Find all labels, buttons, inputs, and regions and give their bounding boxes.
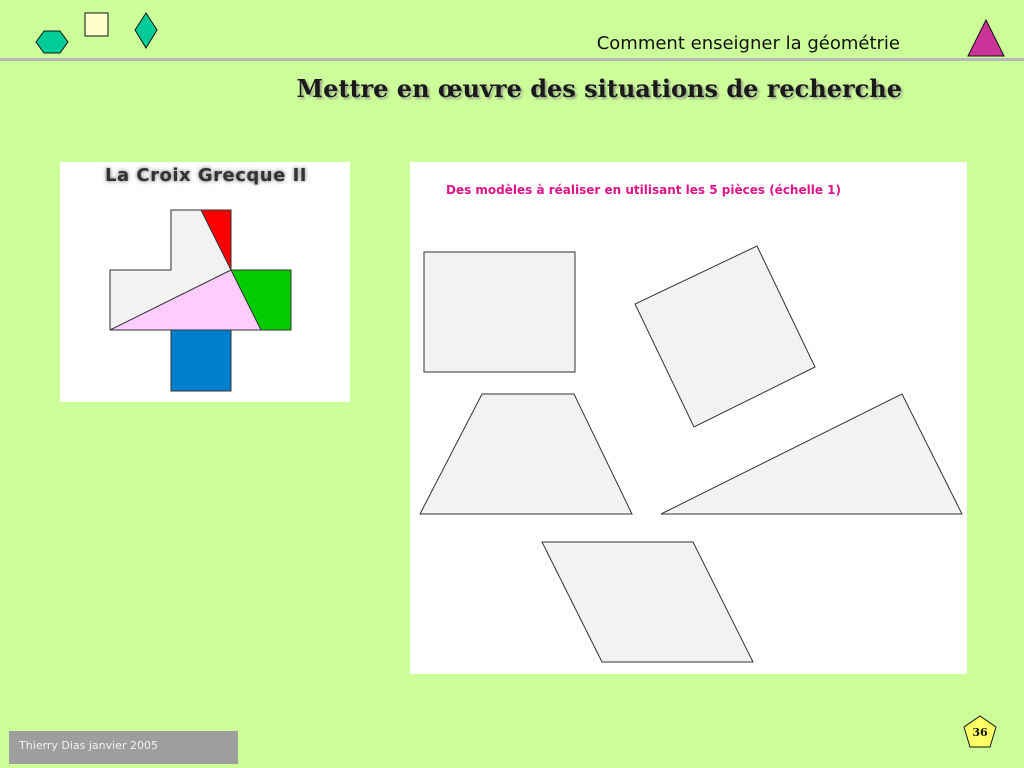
models-diagram [419, 245, 963, 663]
page-number: 36 [972, 726, 988, 739]
model-trapezoid [419, 393, 633, 515]
square-icon [84, 12, 109, 37]
model-square [423, 251, 576, 373]
header-shapes [35, 12, 158, 54]
slide-title: Mettre en œuvre des situations de recher… [296, 74, 902, 103]
header-divider [0, 58, 1024, 61]
header-subtitle: Comment enseigner la géométrie [596, 33, 900, 54]
croix-grecque-diagram [109, 209, 292, 392]
footer-author: Thierry Dias janvier 2005 [19, 739, 158, 752]
model-parallelogram [541, 541, 754, 663]
models-figure: Des modèles à réaliser en utilisant les … [410, 162, 967, 674]
triangle-icon [967, 18, 1005, 57]
model-tilted-square [634, 245, 816, 428]
croix-grecque-figure: La Croix Grecque II [60, 162, 350, 402]
footer-author-box: Thierry Dias janvier 2005 [9, 731, 238, 764]
piece-blue [171, 330, 231, 391]
hexagon-icon [35, 30, 69, 54]
diamond-icon [134, 12, 158, 49]
